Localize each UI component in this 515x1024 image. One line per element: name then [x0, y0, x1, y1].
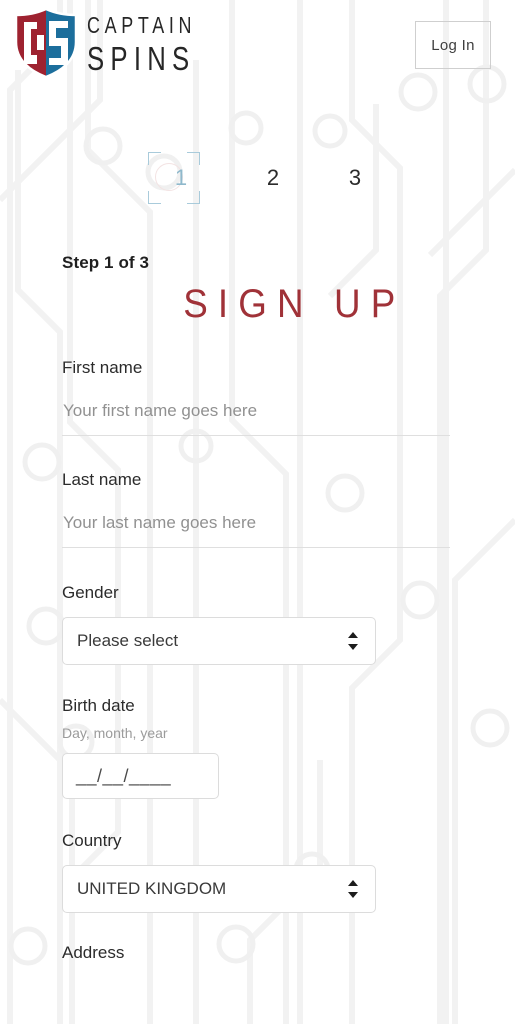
step-2[interactable]: 2	[238, 150, 294, 206]
step-2-number: 2	[266, 165, 280, 190]
field-gender: Gender Please select	[62, 584, 376, 665]
step-3-number: 3	[348, 165, 362, 190]
last-name-label: Last name	[62, 470, 142, 489]
field-last-name: Last name	[62, 471, 450, 548]
step-1-number: 1	[174, 165, 188, 190]
gender-label: Gender	[62, 583, 119, 602]
field-country: Country UNITED KINGDOM	[62, 832, 376, 913]
brand-word-top: CAPTAIN	[87, 11, 197, 38]
first-name-input[interactable]	[62, 394, 450, 436]
first-name-label: First name	[62, 358, 143, 377]
step-indicator: 1 2 3	[0, 150, 515, 214]
birth-date-label: Birth date	[62, 696, 135, 715]
page-title: SIGN UP	[183, 282, 406, 326]
step-3[interactable]: 3	[320, 150, 376, 206]
brand-logo[interactable]: CAPTAIN SPINS	[13, 8, 227, 78]
signup-page: CAPTAIN SPINS Log In 1 2 3 Step 1 of 3 S…	[0, 0, 515, 1024]
page-header: CAPTAIN SPINS Log In	[0, 0, 515, 90]
brand-word-bottom: SPINS	[87, 39, 196, 77]
step-1[interactable]: 1	[146, 150, 202, 206]
field-first-name: First name	[62, 359, 450, 436]
last-name-input[interactable]	[62, 506, 450, 548]
login-button[interactable]: Log In	[415, 21, 491, 69]
chevron-updown-icon	[348, 631, 359, 651]
address-label: Address	[62, 943, 125, 962]
brand-wordmark: CAPTAIN SPINS	[87, 12, 227, 75]
birth-date-hint: Day, month, year	[62, 725, 168, 741]
country-select[interactable]: UNITED KINGDOM	[62, 865, 376, 913]
step-progress-text: Step 1 of 3	[62, 253, 150, 272]
country-label: Country	[62, 831, 122, 850]
gender-select[interactable]: Please select	[62, 617, 376, 665]
field-birth-date: Birth date Day, month, year __/__/____	[62, 697, 219, 799]
birth-date-input[interactable]: __/__/____	[62, 753, 219, 799]
chevron-updown-icon	[348, 879, 359, 899]
field-address: Address	[62, 944, 124, 961]
country-selected-value: UNITED KINGDOM	[77, 879, 227, 898]
captain-spins-shield-icon	[14, 8, 78, 78]
gender-selected-value: Please select	[77, 631, 179, 650]
